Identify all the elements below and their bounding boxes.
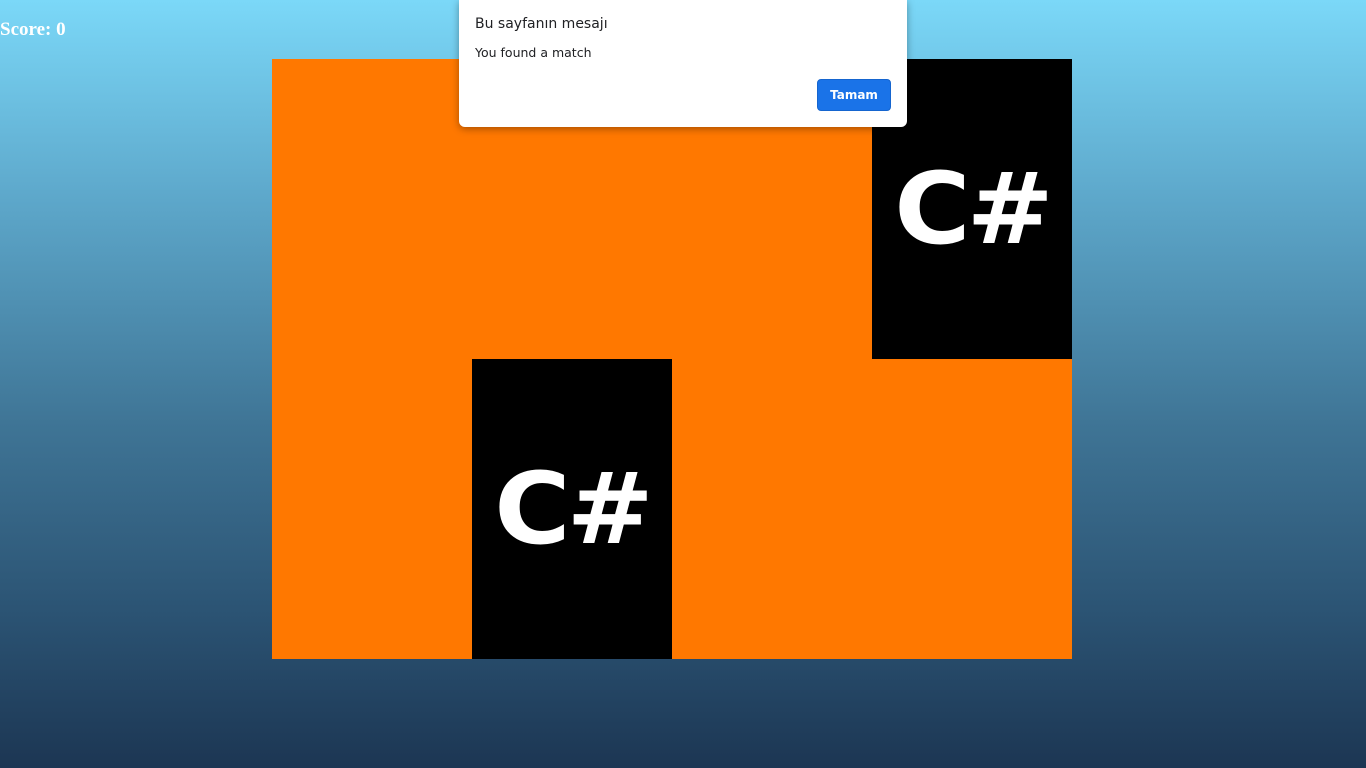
score-display: Score: 0 [0, 19, 66, 40]
csharp-logo: C# [494, 451, 653, 567]
csharp-logo: C# [894, 151, 1053, 267]
alert-dialog: Bu sayfanın mesajı You found a match Tam… [459, 0, 907, 127]
card-6[interactable]: C# [472, 359, 672, 659]
dialog-title: Bu sayfanın mesajı [475, 16, 608, 32]
ok-button[interactable]: Tamam [817, 79, 891, 111]
card-7[interactable] [672, 359, 872, 659]
card-8[interactable] [872, 359, 1072, 659]
card-1[interactable] [272, 59, 472, 359]
card-5[interactable] [272, 359, 472, 659]
dialog-message: You found a match [475, 45, 592, 60]
game-board: C# C# [272, 59, 1072, 659]
